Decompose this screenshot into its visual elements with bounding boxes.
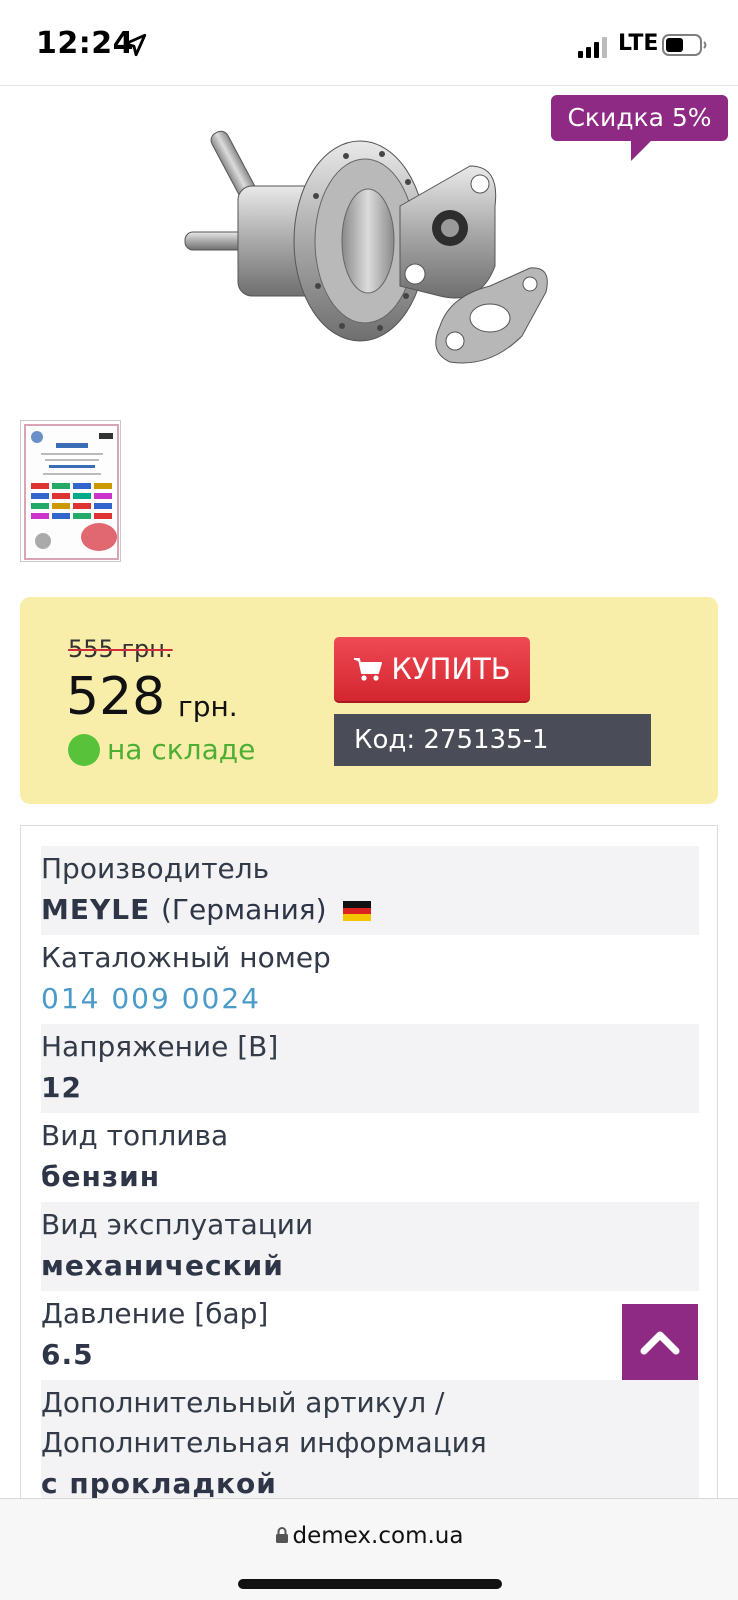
spec-row-manufacturer: Производитель MEYLE (Германия) [41,846,699,935]
status-time: 12:24 [36,26,134,61]
price-panel: 555 грн. 528 грн. на складе КУПИТЬ Код: … [20,597,718,804]
url-display[interactable]: demex.com.ua [0,1523,738,1549]
discount-badge-tail [631,139,653,161]
signal-icon [578,36,608,58]
specifications-table: Производитель MEYLE (Германия) Каталожны… [20,825,718,1525]
spec-value: 6.5 [41,1338,94,1371]
url-text: demex.com.ua [292,1523,464,1549]
browser-address-bar[interactable]: demex.com.ua [0,1498,738,1600]
network-label: LTE [618,31,659,56]
catalog-number-link[interactable]: 014 009 0024 [41,978,699,1020]
cart-icon [354,658,383,681]
location-arrow-icon [123,33,147,57]
status-bar: 12:24 LTE [0,0,738,86]
spec-row-catalog-number: Каталожный номер 014 009 0024 [41,935,699,1024]
currency-label: грн. [178,690,238,723]
spec-value: 12 [41,1071,82,1104]
spec-row-fuel-type: Вид топлива бензин [41,1113,699,1202]
discount-badge: Скидка 5% [551,95,728,141]
lock-icon [275,1527,288,1543]
stock-status: на складе [107,733,256,766]
certificate-image [21,421,120,561]
spec-label: Напряжение [В] [41,1030,279,1063]
spec-label: Производитель [41,852,270,885]
manufacturer-country: (Германия) [160,893,327,926]
spec-label: Давление [бар] [41,1297,269,1330]
current-price: 528 [66,667,166,727]
spec-value: бензин [41,1160,161,1193]
spec-label: Дополнительный артикул / Дополнительная … [41,1386,487,1459]
scroll-to-top-button[interactable] [622,1304,698,1380]
certificate-thumbnail[interactable] [20,420,121,562]
old-price: 555 грн. [68,635,173,663]
spec-row-operation-type: Вид эксплуатации механический [41,1202,699,1291]
home-indicator[interactable] [238,1579,502,1589]
spec-label: Вид топлива [41,1119,229,1152]
spec-label: Каталожный номер [41,941,331,974]
chevron-up-icon [640,1331,680,1355]
product-image[interactable] [150,96,590,406]
spec-label: Вид эксплуатации [41,1208,314,1241]
spec-row-pressure: Давление [бар] 6.5 [41,1291,699,1380]
spec-row-voltage: Напряжение [В] 12 [41,1024,699,1113]
spec-row-additional-info: Дополнительный артикул / Дополнительная … [41,1380,699,1509]
battery-icon [662,34,707,56]
spec-value: MEYLE (Германия) [41,889,699,931]
product-code: Код: 275135-1 [334,714,651,766]
germany-flag-icon [343,901,372,921]
in-stock-indicator-icon [68,734,100,766]
spec-value: механический [41,1249,284,1282]
manufacturer-name: MEYLE [41,893,151,926]
buy-button[interactable]: КУПИТЬ [334,637,530,703]
buy-button-label: КУПИТЬ [391,652,511,686]
